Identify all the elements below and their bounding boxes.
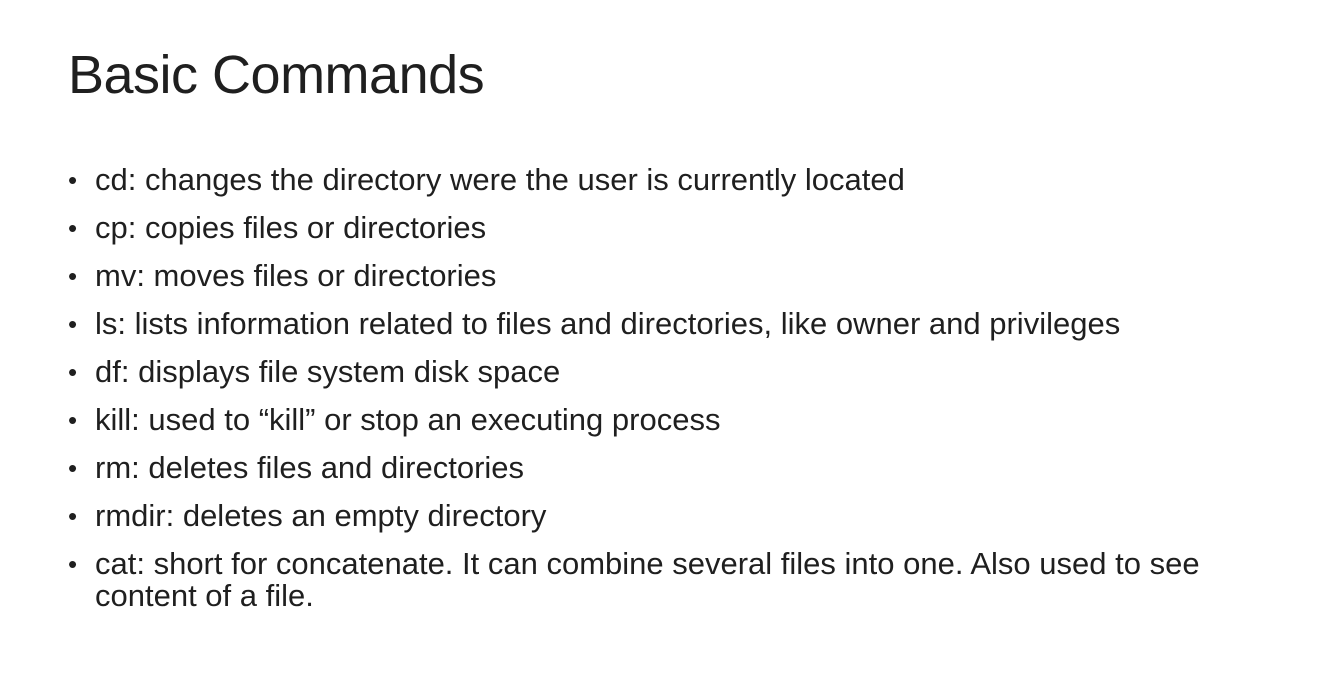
slide-title: Basic Commands (68, 45, 485, 105)
bullet-text: cd: changes the directory were the user … (95, 162, 905, 197)
slide: Basic Commands • cd: changes the directo… (0, 0, 1340, 681)
bullet-icon: • (68, 405, 78, 435)
bullet-item-kill: • kill: used to “kill” or stop an execut… (68, 404, 1308, 436)
bullet-item-cd: • cd: changes the directory were the use… (68, 164, 1308, 196)
bullet-icon: • (68, 165, 78, 195)
bullet-item-ls: • ls: lists information related to files… (68, 308, 1308, 340)
bullet-icon: • (68, 261, 78, 291)
bullet-text: cat: short for concatenate. It can combi… (95, 546, 1200, 613)
bullet-text: ls: lists information related to files a… (95, 306, 1121, 341)
bullet-item-mv: • mv: moves files or directories (68, 260, 1308, 292)
bullet-text: mv: moves files or directories (95, 258, 497, 293)
bullet-text: cp: copies files or directories (95, 210, 487, 245)
bullet-icon: • (68, 549, 78, 579)
bullet-icon: • (68, 213, 78, 243)
bullet-text: rm: deletes files and directories (95, 450, 525, 485)
bullet-icon: • (68, 453, 78, 483)
bullet-item-rmdir: • rmdir: deletes an empty directory (68, 500, 1308, 532)
bullet-icon: • (68, 357, 78, 387)
bullet-list: • cd: changes the directory were the use… (68, 164, 1308, 628)
bullet-text: rmdir: deletes an empty directory (95, 498, 547, 533)
bullet-icon: • (68, 309, 78, 339)
bullet-text: df: displays file system disk space (95, 354, 561, 389)
bullet-item-cp: • cp: copies files or directories (68, 212, 1308, 244)
bullet-item-df: • df: displays file system disk space (68, 356, 1308, 388)
bullet-icon: • (68, 501, 78, 531)
bullet-item-rm: • rm: deletes files and directories (68, 452, 1308, 484)
bullet-text: kill: used to “kill” or stop an executin… (95, 402, 721, 437)
bullet-item-cat: • cat: short for concatenate. It can com… (68, 548, 1308, 612)
